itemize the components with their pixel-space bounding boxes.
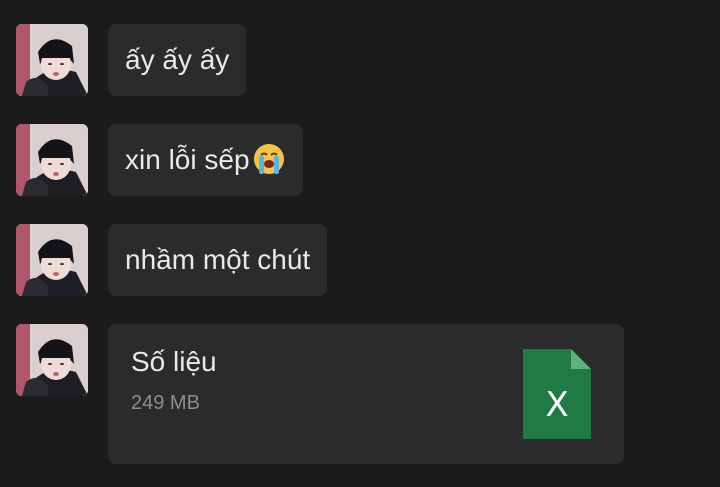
message-text: nhầm một chút (125, 244, 311, 275)
message-text: ấy ấy ấy (125, 44, 230, 75)
loudly-crying-face-icon (253, 143, 284, 174)
avatar-image (16, 24, 88, 96)
file-name: Số liệu (131, 346, 217, 377)
message-text: xin lỗi sếp (125, 144, 250, 175)
message-bubble[interactable]: ấy ấy ấy (108, 24, 247, 96)
sender-avatar[interactable] (16, 124, 88, 196)
file-attachment-card[interactable]: Số liệu 249 MB X (108, 324, 624, 464)
chat-conversation: ấy ấy ấy xin lỗi sếp nhầm một chút Số li… (0, 0, 720, 487)
avatar-image (16, 224, 88, 296)
sender-avatar[interactable] (16, 24, 88, 96)
avatar-image (16, 324, 88, 396)
file-icon-letter: X (545, 385, 569, 425)
message-bubble[interactable]: xin lỗi sếp (108, 124, 303, 196)
avatar-image (16, 124, 88, 196)
excel-file-icon: X (523, 349, 591, 439)
sender-avatar[interactable] (16, 224, 88, 296)
file-size: 249 MB (131, 392, 200, 414)
message-bubble[interactable]: nhầm một chút (108, 224, 328, 296)
sender-avatar[interactable] (16, 324, 88, 396)
